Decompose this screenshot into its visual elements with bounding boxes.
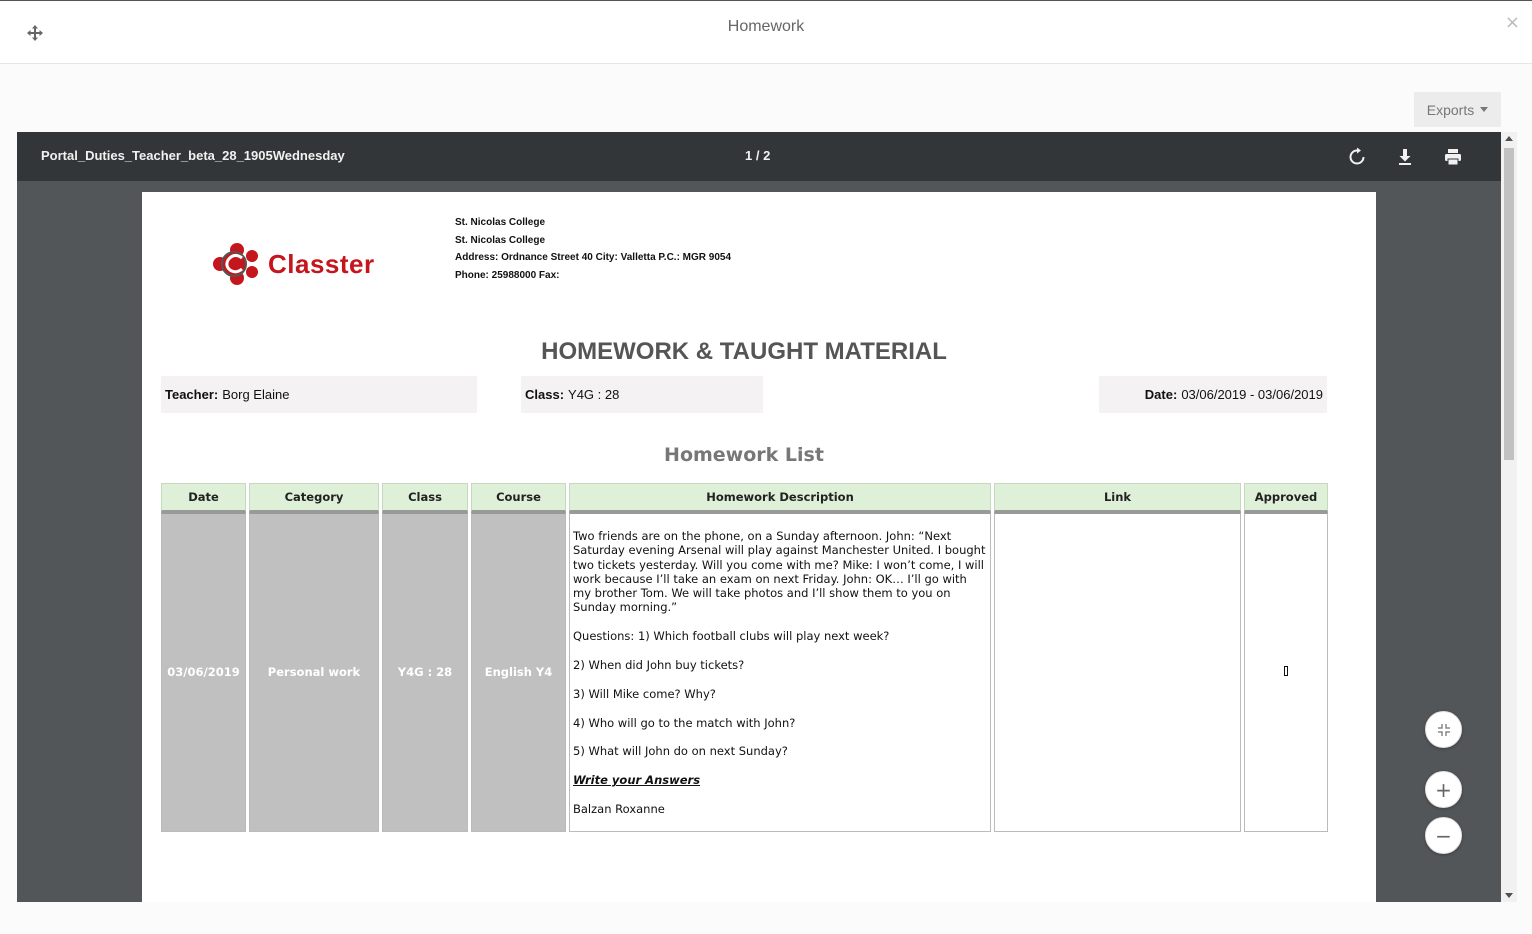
- print-icon[interactable]: [1443, 147, 1463, 167]
- cell-link: [994, 512, 1241, 832]
- minus-icon: −: [1435, 823, 1452, 848]
- pdf-page: Classter St. Nicolas College St. Nicolas…: [142, 192, 1376, 902]
- viewer-scrollbar[interactable]: [1501, 132, 1517, 902]
- logo-text: Classter: [268, 248, 375, 279]
- column-header-date: Date: [161, 483, 246, 512]
- exports-label: Exports: [1426, 101, 1475, 118]
- close-icon[interactable]: ×: [1505, 12, 1520, 33]
- plus-icon: +: [1435, 777, 1452, 802]
- document-title: HOMEWORK & TAUGHT MATERIAL: [541, 338, 947, 365]
- pdf-viewer: Portal_Duties_Teacher_beta_28_1905Wednes…: [17, 132, 1501, 902]
- description-question-1: Questions: 1) Which football clubs will …: [573, 629, 890, 644]
- zoom-in-button[interactable]: +: [1425, 771, 1462, 808]
- classter-logo: Classter: [212, 242, 375, 286]
- download-icon[interactable]: [1395, 147, 1415, 167]
- table-header-row: Date Category Class Course Homework Desc…: [161, 483, 1328, 512]
- class-value: Y4G : 28: [568, 387, 620, 402]
- column-header-description: Homework Description: [569, 483, 991, 512]
- scroll-down-icon[interactable]: [1505, 893, 1513, 898]
- homework-table: Date Category Class Course Homework Desc…: [158, 483, 1331, 832]
- column-header-approved: Approved: [1244, 483, 1328, 512]
- school-phone: Phone: 25988000 Fax:: [455, 270, 560, 282]
- cell-approved: [1244, 512, 1328, 832]
- cell-category: Personal work: [249, 512, 379, 832]
- school-subname: St. Nicolas College: [455, 234, 546, 246]
- school-address: Address: Ordnance Street 40 City: Vallet…: [455, 252, 732, 264]
- zoom-out-button[interactable]: −: [1425, 817, 1462, 854]
- date-box: Date: 03/06/2019 - 03/06/2019: [1099, 376, 1327, 413]
- teacher-box: Teacher: Borg Elaine: [161, 376, 477, 413]
- document-name: Portal_Duties_Teacher_beta_28_1905Wednes…: [41, 148, 345, 163]
- column-header-category: Category: [249, 483, 379, 512]
- rotate-icon[interactable]: [1347, 147, 1367, 167]
- page-counter: 1 / 2: [745, 148, 771, 163]
- school-info: St. Nicolas College St. Nicolas College …: [455, 214, 731, 285]
- column-header-class: Class: [382, 483, 468, 512]
- cell-class: Y4G : 28: [382, 512, 468, 832]
- cell-date: 03/06/2019: [161, 512, 246, 832]
- description-author: Balzan Roxanne: [573, 802, 665, 817]
- date-value: 03/06/2019 - 03/06/2019: [1181, 387, 1323, 402]
- description-passage: Two friends are on the phone, on a Sunda…: [573, 529, 986, 615]
- cell-description: Two friends are on the phone, on a Sunda…: [569, 512, 991, 832]
- date-label: Date:: [1144, 387, 1178, 402]
- description-question-5: 5) What will John do on next Sunday?: [573, 744, 788, 759]
- caret-down-icon: [1480, 107, 1489, 112]
- teacher-value: Borg Elaine: [222, 387, 290, 402]
- homework-modal: Homework × Exports Portal_Duties_Teacher…: [0, 0, 1532, 934]
- compress-icon: [1437, 723, 1450, 736]
- modal-header: Homework ×: [0, 2, 1532, 64]
- cell-course: English Y4: [471, 512, 566, 832]
- column-header-link: Link: [994, 483, 1241, 512]
- class-label: Class:: [525, 387, 565, 402]
- teacher-label: Teacher:: [165, 387, 219, 402]
- approved-checkbox-icon: [1284, 666, 1288, 677]
- pdf-toolbar: Portal_Duties_Teacher_beta_28_1905Wednes…: [17, 132, 1501, 181]
- school-name: St. Nicolas College: [455, 217, 546, 228]
- write-answers-label: Write your Answers: [573, 773, 701, 788]
- homework-list-title: Homework List: [664, 444, 824, 466]
- class-box: Class: Y4G : 28: [521, 376, 763, 413]
- table-row: 03/06/2019 Personal work Y4G : 28 Englis…: [161, 512, 1328, 832]
- classter-logo-icon: [213, 243, 258, 285]
- scroll-up-icon[interactable]: [1505, 136, 1513, 141]
- fit-page-button[interactable]: [1425, 711, 1462, 748]
- description-question-4: 4) Who will go to the match with John?: [573, 715, 796, 730]
- exports-button[interactable]: Exports: [1414, 92, 1501, 127]
- description-question-3: 3) Will Mike come? Why?: [573, 686, 716, 701]
- modal-title: Homework: [727, 18, 805, 35]
- description-question-2: 2) When did John buy tickets?: [573, 658, 745, 673]
- column-header-course: Course: [471, 483, 566, 512]
- scroll-thumb[interactable]: [1504, 148, 1514, 460]
